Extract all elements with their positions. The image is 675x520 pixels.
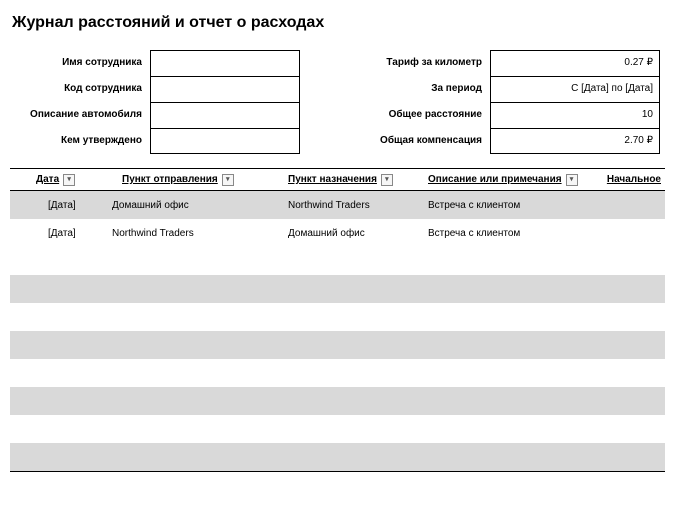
field-label: Код сотрудника <box>10 76 150 102</box>
field-label: Тариф за километр <box>340 50 490 76</box>
field-label: Имя сотрудника <box>10 50 150 76</box>
empty-row <box>10 443 665 471</box>
empty-row <box>10 359 665 387</box>
col-label: Начальное <box>607 174 661 185</box>
empty-row <box>10 331 665 359</box>
field-label: Общее расстояние <box>340 102 490 128</box>
cell-to: Northwind Traders <box>288 200 428 211</box>
info-col-right: Тариф за километр0.27 ₽ За периодС [Дата… <box>340 50 660 154</box>
field-label: Общая компенсация <box>340 128 490 154</box>
col-label: Описание или примечания <box>428 174 562 185</box>
footer-space <box>10 472 665 500</box>
col-to-header: Пункт назначения ▾ <box>288 174 428 186</box>
table-row[interactable]: [Дата] Northwind Traders Домашний офис В… <box>10 219 665 247</box>
period-field[interactable]: С [Дата] по [Дата] <box>490 76 660 102</box>
col-desc-header: Описание или примечания ▾ <box>428 174 590 186</box>
cell-date: [Дата] <box>12 228 112 239</box>
info-grid: Имя сотрудника Код сотрудника Описание а… <box>10 50 665 154</box>
employee-code-field[interactable] <box>150 76 300 102</box>
col-date-header: Дата ▾ <box>12 174 112 186</box>
empty-row <box>10 387 665 415</box>
col-label: Дата <box>36 174 59 185</box>
empty-row <box>10 303 665 331</box>
vehicle-desc-field[interactable] <box>150 102 300 128</box>
cell-from: Northwind Traders <box>112 228 288 239</box>
filter-icon[interactable]: ▾ <box>222 174 234 186</box>
filter-icon[interactable]: ▾ <box>566 174 578 186</box>
total-distance-field[interactable]: 10 <box>490 102 660 128</box>
cell-desc: Встреча с клиентом <box>428 228 590 239</box>
field-label: Кем утверждено <box>10 128 150 154</box>
col-start-header: Начальное <box>590 174 663 185</box>
empty-row <box>10 415 665 443</box>
col-label: Пункт назначения <box>288 174 377 185</box>
col-from-header: Пункт отправления ▾ <box>112 174 288 186</box>
field-label: Описание автомобиля <box>10 102 150 128</box>
filter-icon[interactable]: ▾ <box>63 174 75 186</box>
field-label: За период <box>340 76 490 102</box>
cell-desc: Встреча с клиентом <box>428 200 590 211</box>
cell-date: [Дата] <box>12 200 112 211</box>
total-reimbursement-field[interactable]: 2.70 ₽ <box>490 128 660 154</box>
table-row[interactable]: [Дата] Домашний офис Northwind Traders В… <box>10 191 665 219</box>
col-label: Пункт отправления <box>122 174 218 185</box>
info-col-left: Имя сотрудника Код сотрудника Описание а… <box>10 50 300 154</box>
page-title: Журнал расстояний и отчет о расходах <box>12 14 665 32</box>
rate-per-km-field[interactable]: 0.27 ₽ <box>490 50 660 76</box>
cell-to: Домашний офис <box>288 228 428 239</box>
empty-row <box>10 275 665 303</box>
table-header: Дата ▾ Пункт отправления ▾ Пункт назначе… <box>10 169 665 191</box>
empty-row <box>10 247 665 275</box>
approved-by-field[interactable] <box>150 128 300 154</box>
filter-icon[interactable]: ▾ <box>381 174 393 186</box>
mileage-table: Дата ▾ Пункт отправления ▾ Пункт назначе… <box>10 169 665 500</box>
cell-from: Домашний офис <box>112 200 288 211</box>
employee-name-field[interactable] <box>150 50 300 76</box>
